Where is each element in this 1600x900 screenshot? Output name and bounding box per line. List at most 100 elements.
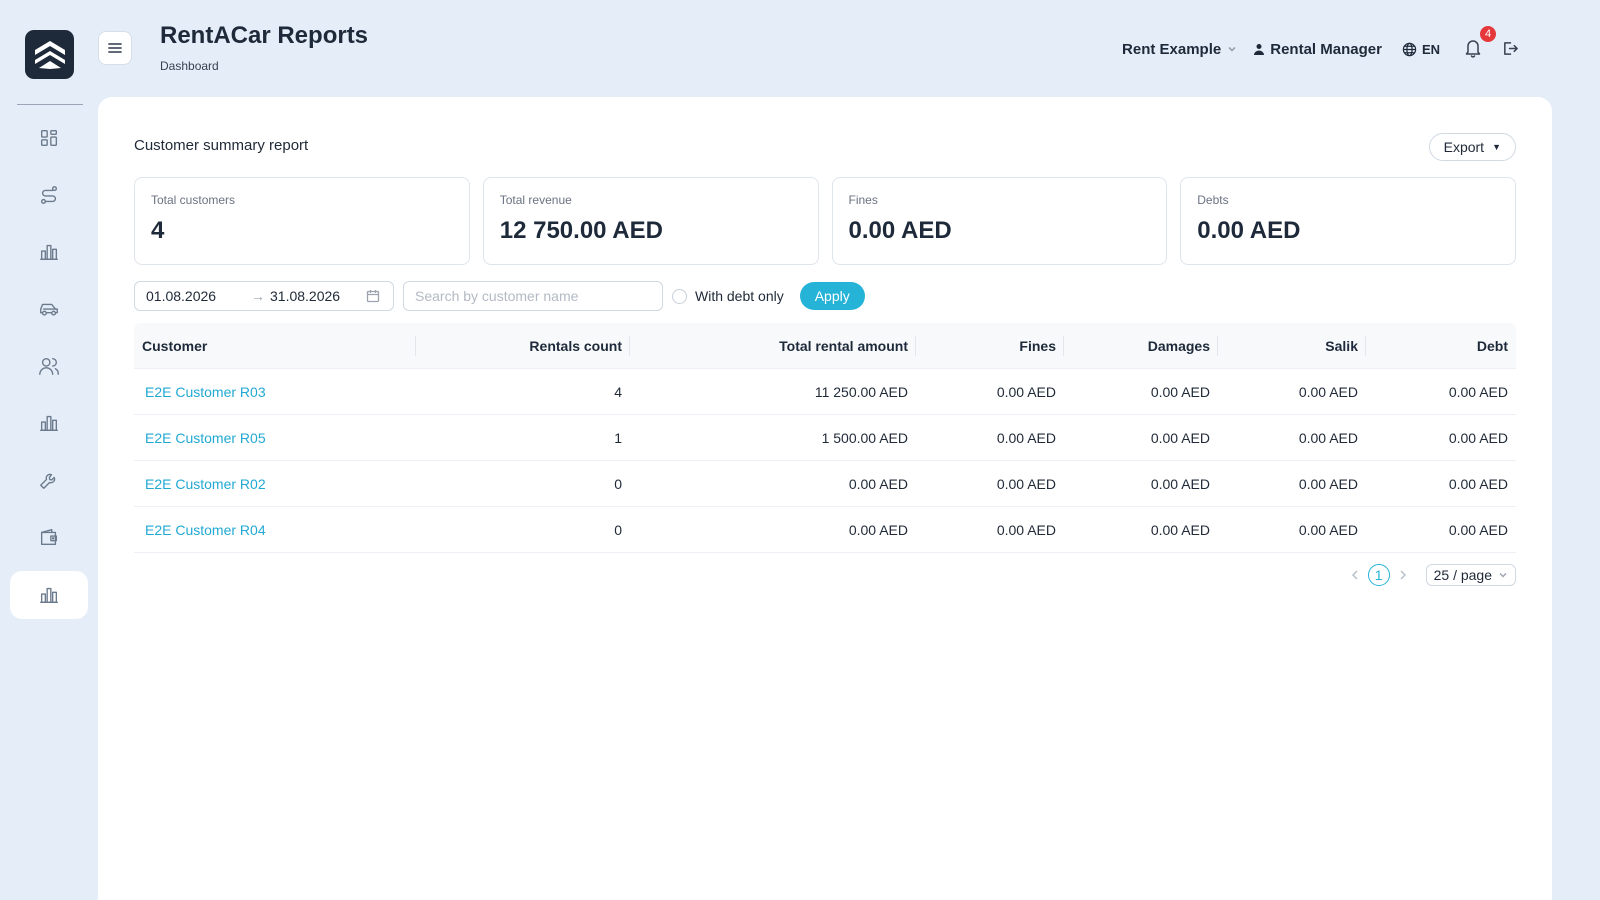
page-number[interactable]: 1 [1367, 564, 1390, 586]
logout-button[interactable] [1502, 40, 1520, 58]
chevron-down-icon [1499, 573, 1507, 578]
logout-icon [1504, 42, 1518, 55]
summary-stats: Total customers 4 Total revenue 12 750.0… [134, 177, 1516, 265]
sidebar-item-finance[interactable] [10, 513, 88, 561]
column-header-rentals-count: Rentals count [416, 323, 630, 368]
customer-link[interactable]: E2E Customer R03 [142, 384, 266, 400]
prev-page-button[interactable] [1348, 565, 1362, 585]
customer-link[interactable]: E2E Customer R02 [142, 476, 266, 492]
customer-summary-table: Customer Rentals count Total rental amou… [134, 323, 1516, 553]
stat-label: Fines [848, 193, 878, 207]
car-icon [40, 303, 58, 316]
export-label: Export [1443, 139, 1485, 155]
column-header-fines: Fines [916, 323, 1064, 368]
language-switcher[interactable]: EN [1402, 42, 1440, 57]
table-row: E2E Customer R02 0 0.00 AED 0.00 AED 0.0… [134, 461, 1516, 507]
filters-bar: 01.08.2026 → 31.08.2026 With debt only A… [134, 281, 865, 311]
notifications-button[interactable]: 4 [1464, 24, 1498, 60]
stat-total-customers: Total customers 4 [134, 177, 470, 265]
column-header-debt: Debt [1476, 337, 1508, 354]
damages-cell: 0.00 AED [1150, 475, 1210, 492]
customer-cell: E2E Customer R05 [134, 415, 416, 460]
stat-value: 0.00 AED [848, 217, 952, 244]
table-row: E2E Customer R05 1 1 500.00 AED 0.00 AED… [134, 415, 1516, 461]
column-header-salik: Salik [1218, 323, 1366, 368]
chevron-right-icon [1400, 570, 1406, 580]
language-code: EN [1421, 41, 1440, 57]
debt-only-checkbox[interactable]: With debt only [672, 288, 784, 304]
user-icon [1254, 44, 1265, 55]
route-icon [40, 186, 58, 204]
debt-cell: 0.00 AED [1448, 475, 1508, 492]
debt-cell: 0.00 AED [1448, 383, 1508, 400]
date-end[interactable]: 31.08.2026 [270, 288, 366, 304]
page-size-select[interactable]: 25 / page [1425, 564, 1516, 586]
sidebar-item-routes[interactable] [10, 171, 88, 219]
main-content: Customer summary report Export ▼ Total c… [98, 97, 1552, 900]
stat-value: 4 [151, 217, 165, 244]
stat-value: 0.00 AED [1197, 217, 1301, 244]
customer-link[interactable]: E2E Customer R05 [142, 430, 266, 446]
hamburger-icon [108, 43, 122, 53]
globe-icon [1402, 42, 1417, 56]
sidebar-item-service[interactable] [10, 456, 88, 504]
table-row: E2E Customer R04 0 0.00 AED 0.00 AED 0.0… [134, 507, 1516, 553]
page-size-label: 25 / page [1433, 567, 1492, 583]
sidebar-item-cars[interactable] [10, 285, 88, 333]
column-header-damages: Damages [1064, 323, 1218, 368]
chevron-left-icon [1351, 570, 1358, 580]
customer-cell: E2E Customer R02 [134, 461, 416, 506]
report-title: Customer summary report [134, 137, 309, 154]
customer-link[interactable]: E2E Customer R04 [142, 522, 266, 538]
stat-debts: Debts 0.00 AED [1180, 177, 1516, 265]
date-start[interactable]: 01.08.2026 [146, 288, 246, 304]
dashboard-icon [40, 129, 58, 147]
salik-cell: 0.00 AED [1298, 429, 1358, 446]
stat-label: Total customers [151, 193, 236, 207]
wrench-icon [40, 473, 56, 489]
sidebar-item-customers[interactable] [10, 342, 88, 390]
debt-cell: 0.00 AED [1448, 429, 1508, 446]
checkbox-circle[interactable] [672, 288, 687, 304]
salik-cell: 0.00 AED [1298, 383, 1358, 400]
date-range-picker[interactable]: 01.08.2026 → 31.08.2026 [134, 281, 394, 311]
users-icon [39, 357, 59, 375]
export-button[interactable]: Export ▼ [1428, 133, 1516, 161]
total-rental-amount-cell: 1 500.00 AED [821, 429, 908, 446]
sidebar-item-analytics[interactable] [10, 228, 88, 276]
header-actions: Rent Example Rental Manager EN 4 [1122, 24, 1520, 62]
arrow-right-icon: → [251, 288, 265, 304]
stat-label: Total revenue [499, 193, 572, 207]
stat-label: Debts [1197, 193, 1229, 207]
app-logo[interactable] [25, 30, 74, 79]
damages-cell: 0.00 AED [1150, 383, 1210, 400]
column-header-customer: Customer [134, 323, 416, 368]
user-name: Rental Manager [1270, 40, 1382, 58]
rentals-count-cell: 0 [614, 521, 622, 538]
sidebar-item-reports[interactable] [10, 571, 88, 619]
customer-cell: E2E Customer R03 [134, 369, 416, 414]
salik-cell: 0.00 AED [1298, 521, 1358, 538]
fines-cell: 0.00 AED [996, 429, 1056, 446]
table-row: E2E Customer R03 4 11 250.00 AED 0.00 AE… [134, 369, 1516, 415]
sidebar-item-statistics[interactable] [10, 399, 88, 447]
customer-search-input[interactable] [403, 281, 663, 311]
apply-button[interactable]: Apply [799, 282, 865, 310]
debt-only-label: With debt only [695, 288, 784, 304]
bar-chart-icon [40, 415, 58, 432]
company-selector[interactable]: Rent Example [1122, 41, 1237, 58]
next-page-button[interactable] [1396, 565, 1410, 585]
wallet-icon [40, 528, 58, 546]
total-rental-amount-cell: 11 250.00 AED [814, 383, 908, 400]
table-header: Customer Rentals count Total rental amou… [134, 323, 1516, 369]
customer-cell: E2E Customer R04 [134, 507, 416, 552]
stat-fines: Fines 0.00 AED [831, 177, 1168, 265]
sidebar [0, 0, 98, 900]
user-menu[interactable]: Rental Manager [1253, 41, 1382, 58]
breadcrumb[interactable]: Dashboard [160, 59, 219, 73]
sidebar-item-dashboard[interactable] [10, 114, 88, 162]
logo-chevrons-icon [34, 40, 65, 69]
total-rental-amount-cell: 0.00 AED [848, 475, 908, 492]
salik-cell: 0.00 AED [1298, 475, 1358, 492]
menu-toggle-button[interactable] [98, 31, 132, 65]
